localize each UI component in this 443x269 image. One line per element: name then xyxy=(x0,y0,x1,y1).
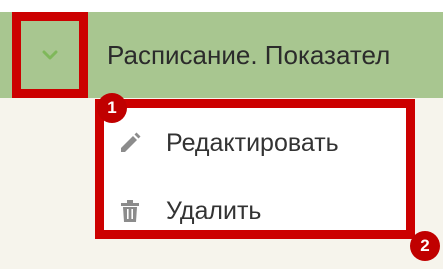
menu-item-delete[interactable]: Удалить xyxy=(116,188,261,234)
menu-item-delete-label: Удалить xyxy=(166,196,262,225)
trash-icon xyxy=(116,197,144,225)
callout-badge-2: 2 xyxy=(410,231,440,261)
menu-item-edit[interactable]: Редактировать xyxy=(116,120,339,166)
expand-toggle-button[interactable] xyxy=(12,12,88,98)
pencil-icon xyxy=(116,129,144,157)
callout-badge-1: 1 xyxy=(97,93,127,123)
menu-item-edit-label: Редактировать xyxy=(166,128,339,157)
chevron-down-icon xyxy=(42,50,58,60)
section-title: Расписание. Показател xyxy=(107,40,391,70)
context-menu: Редактировать Удалить xyxy=(95,99,415,239)
